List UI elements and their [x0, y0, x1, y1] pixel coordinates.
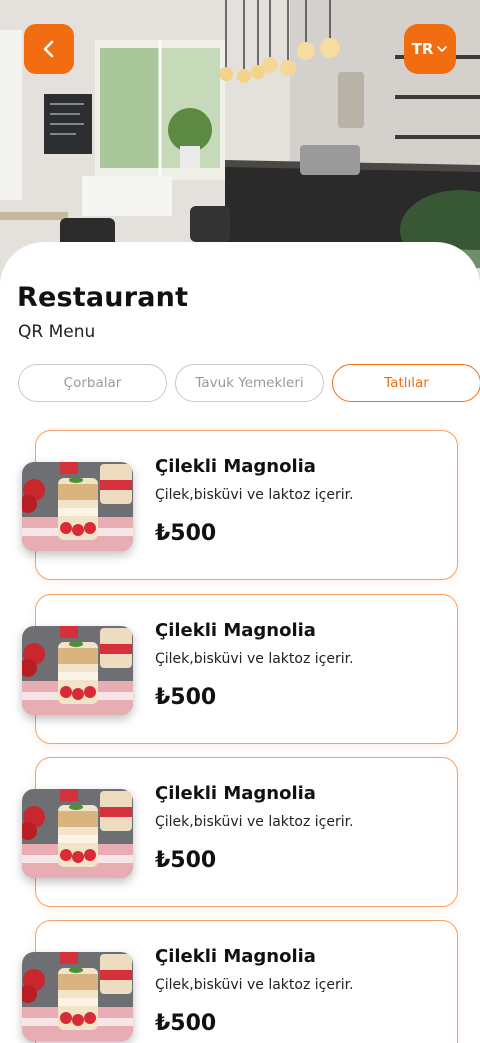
menu-sheet: Restaurant QR Menu Çorbalar Tavuk Yemekl…: [0, 242, 480, 1043]
item-price: ₺500: [155, 521, 217, 546]
item-price: ₺500: [155, 848, 217, 873]
menu-item[interactable]: Çilekli Magnolia Çilek,bisküvi ve laktoz…: [0, 430, 480, 582]
language-selector[interactable]: TR: [404, 24, 456, 74]
restaurant-name: Restaurant: [17, 282, 189, 313]
item-description: Çilek,bisküvi ve laktoz içerir.: [155, 487, 354, 503]
back-button[interactable]: [24, 24, 74, 74]
item-description: Çilek,bisküvi ve laktoz içerir.: [155, 651, 354, 667]
menu-subtitle: QR Menu: [18, 322, 96, 342]
item-price: ₺500: [155, 685, 217, 710]
item-name: Çilekli Magnolia: [155, 456, 316, 477]
dessert-photo: [22, 626, 133, 715]
item-name: Çilekli Magnolia: [155, 620, 316, 641]
tab-tavuk-yemekleri[interactable]: Tavuk Yemekleri: [175, 364, 324, 402]
category-tabs: Çorbalar Tavuk Yemekleri Tatlılar: [18, 364, 480, 402]
item-name: Çilekli Magnolia: [155, 783, 316, 804]
dessert-photo: [22, 789, 133, 878]
chevron-left-icon: [43, 40, 54, 58]
menu-item[interactable]: Çilekli Magnolia Çilek,bisküvi ve laktoz…: [0, 757, 480, 909]
menu-item[interactable]: Çilekli Magnolia Çilek,bisküvi ve laktoz…: [0, 920, 480, 1043]
language-label: TR: [411, 40, 434, 58]
item-price: ₺500: [155, 1011, 217, 1036]
tab-corbalar[interactable]: Çorbalar: [18, 364, 167, 402]
dessert-photo: [22, 462, 133, 551]
item-description: Çilek,bisküvi ve laktoz içerir.: [155, 977, 354, 993]
tab-tatlilar[interactable]: Tatlılar: [332, 364, 480, 402]
item-name: Çilekli Magnolia: [155, 946, 316, 967]
dessert-photo: [22, 952, 133, 1041]
menu-item[interactable]: Çilekli Magnolia Çilek,bisküvi ve laktoz…: [0, 594, 480, 746]
item-description: Çilek,bisküvi ve laktoz içerir.: [155, 814, 354, 830]
chevron-down-icon: [437, 46, 448, 52]
